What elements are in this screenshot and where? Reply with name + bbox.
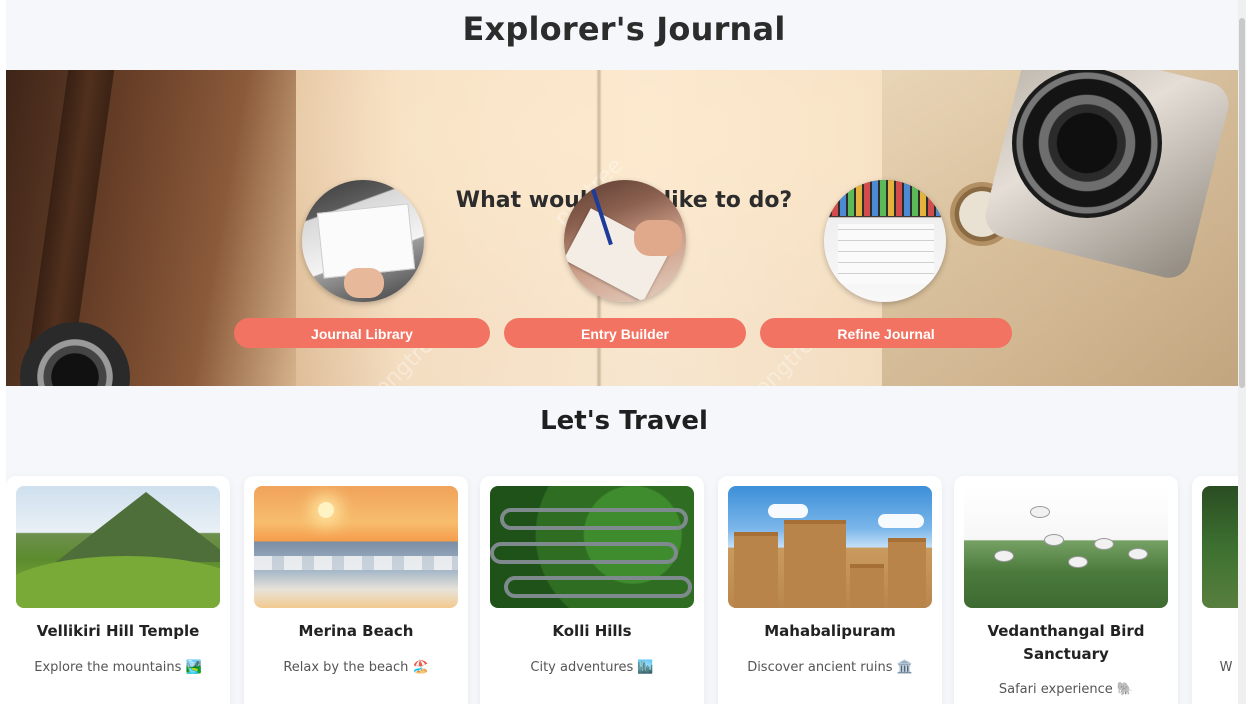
bird-shape: [1128, 548, 1148, 560]
card-description: Relax by the beach 🏖️: [283, 660, 429, 675]
app-title: Explorer's Journal: [462, 10, 786, 48]
card-image: [964, 486, 1168, 608]
refine-journal-button[interactable]: Refine Journal: [760, 318, 1012, 348]
bird-shape: [1068, 556, 1088, 568]
section-title: Let's Travel: [540, 406, 708, 436]
hand-shape: [344, 268, 384, 298]
hero-banner: pngtree pngtree pngtree What would you l…: [6, 70, 1242, 386]
card-description: Explore the mountains 🏞️: [34, 660, 202, 675]
card-title: Kolli Hills: [552, 622, 632, 640]
travel-card[interactable]: Mahabalipuram Discover ancient ruins 🏛️: [718, 476, 942, 704]
road-shape: [504, 576, 692, 598]
entry-builder-button[interactable]: Entry Builder: [504, 318, 746, 348]
temple-shape: [784, 520, 846, 608]
temple-shape: [850, 564, 884, 608]
travel-card[interactable]: Merina Beach Relax by the beach 🏖️: [244, 476, 468, 704]
travel-card[interactable]: Vedanthangal Bird Sanctuary Safari exper…: [954, 476, 1178, 704]
slope-shape: [16, 556, 220, 608]
scrollbar-thumb[interactable]: [1239, 18, 1245, 388]
pens-shape: [832, 180, 940, 216]
refine-journal-image[interactable]: [824, 180, 946, 302]
page: Explorer's Journal pngtree pngtree pngtr…: [6, 0, 1246, 704]
card-title: Mahabalipuram: [764, 622, 896, 640]
card-description: Discover ancient ruins 🏛️: [747, 660, 913, 675]
journal-library-image[interactable]: [302, 180, 424, 302]
sun-shape: [318, 502, 334, 518]
cloud-shape: [768, 504, 808, 518]
road-shape: [490, 542, 678, 564]
card-title: Merina Beach: [298, 622, 414, 640]
journal-library-button[interactable]: Journal Library: [234, 318, 490, 348]
road-shape: [500, 508, 688, 530]
bird-shape: [1094, 538, 1114, 550]
card-image: [728, 486, 932, 608]
bird-shape: [1044, 534, 1064, 546]
bird-shape: [1030, 506, 1050, 518]
mountain-shape: [56, 492, 220, 562]
card-image: [16, 486, 220, 608]
temple-shape: [888, 538, 926, 608]
entry-builder-image[interactable]: [564, 180, 686, 302]
wave-shape: [254, 556, 458, 570]
card-title: Vedanthangal Bird Sanctuary: [987, 622, 1145, 663]
card-description: City adventures 🏙️: [530, 660, 654, 675]
card-title: Vellikiri Hill Temple: [36, 622, 200, 640]
hand-shape: [634, 220, 682, 256]
scrollbar[interactable]: [1238, 0, 1246, 704]
travel-card[interactable]: Vellikiri Hill Temple Explore the mounta…: [6, 476, 230, 704]
cloud-shape: [878, 514, 924, 528]
travel-card[interactable]: Kolli Hills City adventures 🏙️: [480, 476, 704, 704]
bird-shape: [994, 550, 1014, 562]
temple-shape: [734, 532, 778, 608]
card-image: [254, 486, 458, 608]
card-image: [490, 486, 694, 608]
card-description: Safari experience 🐘: [998, 682, 1134, 697]
planner-grid-shape: [838, 224, 934, 284]
